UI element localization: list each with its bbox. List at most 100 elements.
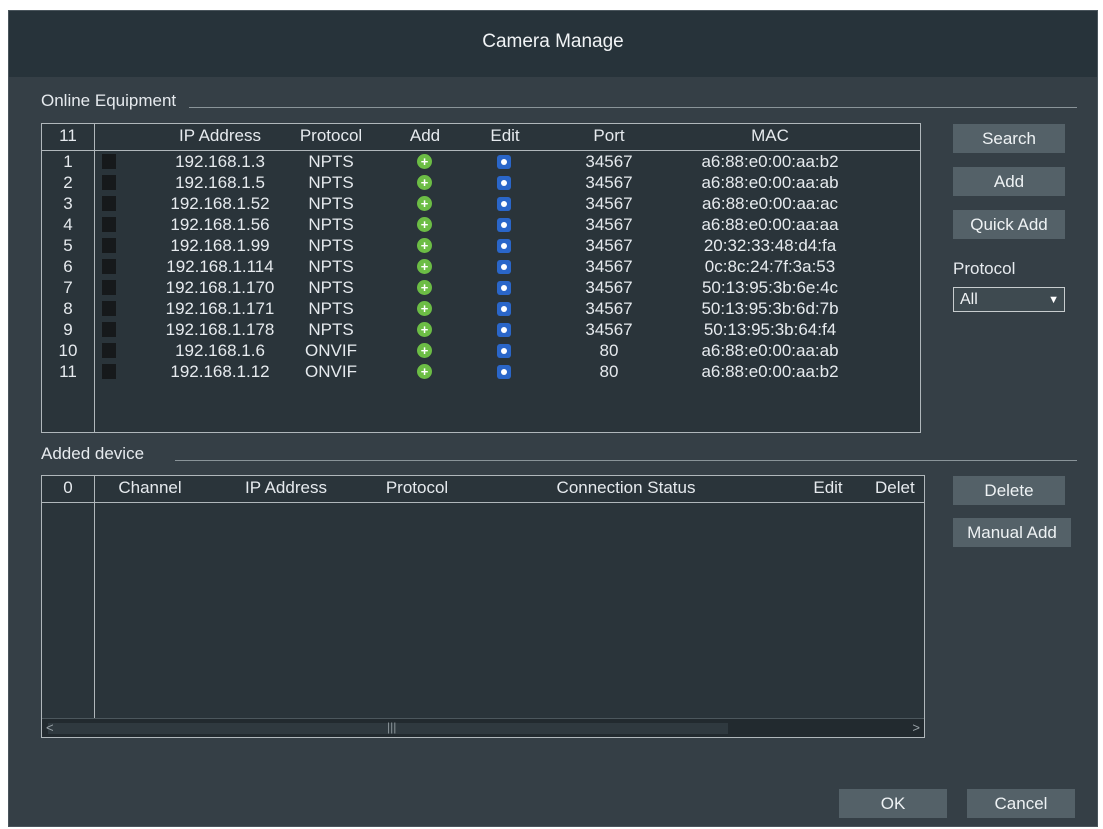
horizontal-scrollbar[interactable]: < ||| > [42,718,924,737]
table-row[interactable]: 3 192.168.1.52 NPTS +34567 a6:88:e0:00:aa:ac [42,193,920,215]
row-checkbox[interactable] [102,322,116,337]
search-button[interactable]: Search [953,124,1065,153]
row-checkbox[interactable] [102,238,116,253]
table-row[interactable]: 5 192.168.1.99 NPTS +34567 20:32:33:48:d4:fa [42,235,920,257]
add-icon[interactable]: + [417,280,432,295]
online-table-header: 11 IP Address Protocol Add Edit Port MAC [42,124,920,151]
col-channel[interactable]: Channel [118,478,181,498]
col-add[interactable]: Add [410,126,440,146]
edit-icon[interactable] [497,302,511,316]
ok-button[interactable]: OK [839,789,947,818]
col-ip-address[interactable]: IP Address [179,126,261,146]
row-port: 34567 [585,278,633,297]
row-port: 34567 [585,257,633,276]
col-added-protocol[interactable]: Protocol [386,478,448,498]
add-icon[interactable]: + [417,175,432,190]
edit-icon[interactable] [497,176,511,190]
row-ip-address: 192.168.1.171 [165,299,275,318]
col-connection-status[interactable]: Connection Status [557,478,696,498]
online-equipment-divider [189,107,1077,108]
row-checkbox[interactable] [102,280,116,295]
table-row[interactable]: 11 192.168.1.12 ONVIF +80 a6:88:e0:00:aa:b2 [42,361,920,383]
col-protocol[interactable]: Protocol [300,126,362,146]
row-mac: 0c:8c:24:7f:3a:53 [704,257,836,276]
delete-button[interactable]: Delete [953,476,1065,505]
edit-icon[interactable] [497,281,511,295]
row-protocol: NPTS [308,278,354,297]
scroll-right-icon[interactable]: > [912,720,920,735]
row-ip-address: 192.168.1.12 [170,362,270,381]
table-row[interactable]: 2 192.168.1.5 NPTS +34567 a6:88:e0:00:aa:ab [42,172,920,194]
col-edit[interactable]: Edit [490,126,519,146]
table-row[interactable]: 8 192.168.1.171 NPTS +34567 50:13:95:3b:6d:7… [42,298,920,320]
edit-icon[interactable] [497,344,511,358]
edit-icon[interactable] [497,218,511,232]
row-mac: a6:88:e0:00:aa:ab [701,341,839,360]
edit-icon[interactable] [497,239,511,253]
protocol-filter-value: All [960,291,978,308]
row-protocol: NPTS [308,320,354,339]
row-protocol: NPTS [308,257,354,276]
add-icon[interactable]: + [417,217,432,232]
row-number: 5 [63,236,73,255]
add-icon[interactable]: + [417,301,432,316]
row-ip-address: 192.168.1.114 [166,257,274,276]
add-icon[interactable]: + [417,196,432,211]
table-row[interactable]: 10 192.168.1.6 ONVIF +80 a6:88:e0:00:aa:ab [42,340,920,362]
cancel-button[interactable]: Cancel [967,789,1075,818]
row-ip-address: 192.168.1.99 [170,236,270,255]
row-checkbox[interactable] [102,175,116,190]
row-port: 80 [599,341,619,360]
manual-add-button[interactable]: Manual Add [953,518,1071,547]
row-checkbox[interactable] [102,343,116,358]
row-checkbox[interactable] [102,196,116,211]
row-number: 11 [59,362,77,381]
col-port[interactable]: Port [593,126,624,146]
edit-icon[interactable] [497,260,511,274]
row-number: 4 [63,215,73,234]
add-icon[interactable]: + [417,322,432,337]
scroll-left-icon[interactable]: < [46,720,54,735]
edit-icon[interactable] [497,365,511,379]
added-device-table: 0 Channel IP Address Protocol Connection… [41,475,925,738]
online-count: 11 [59,126,77,145]
col-added-delete[interactable]: Delet [875,478,915,498]
edit-icon[interactable] [497,323,511,337]
row-ip-address: 192.168.1.3 [175,152,265,171]
table-row[interactable]: 4 192.168.1.56 NPTS +34567 a6:88:e0:00:aa:aa [42,214,920,236]
row-checkbox[interactable] [102,259,116,274]
table-row[interactable]: 1 192.168.1.3 NPTS +34567 a6:88:e0:00:aa:b2 [42,151,920,173]
title-bar: Camera Manage [9,11,1097,77]
add-icon[interactable]: + [417,238,432,253]
row-checkbox[interactable] [102,154,116,169]
protocol-filter-label: Protocol [953,259,1016,278]
row-port: 34567 [585,173,633,192]
edit-icon[interactable] [497,197,511,211]
row-port: 34567 [585,194,633,213]
table-row[interactable]: 9 192.168.1.178 NPTS +34567 50:13:95:3b:64:f… [42,319,920,341]
table-row[interactable]: 7 192.168.1.170 NPTS +34567 50:13:95:3b:6e:4… [42,277,920,299]
added-device-divider [175,460,1077,461]
row-port: 80 [599,362,619,381]
add-icon[interactable]: + [417,343,432,358]
add-button[interactable]: Add [953,167,1065,196]
add-icon[interactable]: + [417,154,432,169]
row-number: 9 [63,320,73,339]
added-table-header: 0 Channel IP Address Protocol Connection… [42,476,924,503]
row-checkbox[interactable] [102,301,116,316]
quick-add-button[interactable]: Quick Add [953,210,1065,239]
table-row[interactable]: 6 192.168.1.114 NPTS +34567 0c:8c:24:7f:3a:5… [42,256,920,278]
scrollbar-grip-icon[interactable]: ||| [387,720,396,734]
row-number: 3 [63,194,73,213]
add-icon[interactable]: + [417,259,432,274]
col-added-edit[interactable]: Edit [813,478,842,498]
add-icon[interactable]: + [417,364,432,379]
col-mac[interactable]: MAC [751,126,789,146]
online-equipment-label: Online Equipment [41,91,177,110]
edit-icon[interactable] [497,155,511,169]
row-checkbox[interactable] [102,217,116,232]
col-added-ip-address[interactable]: IP Address [245,478,327,498]
protocol-filter-select[interactable]: All ▼ [953,287,1065,312]
row-protocol: NPTS [308,299,354,318]
row-checkbox[interactable] [102,364,116,379]
